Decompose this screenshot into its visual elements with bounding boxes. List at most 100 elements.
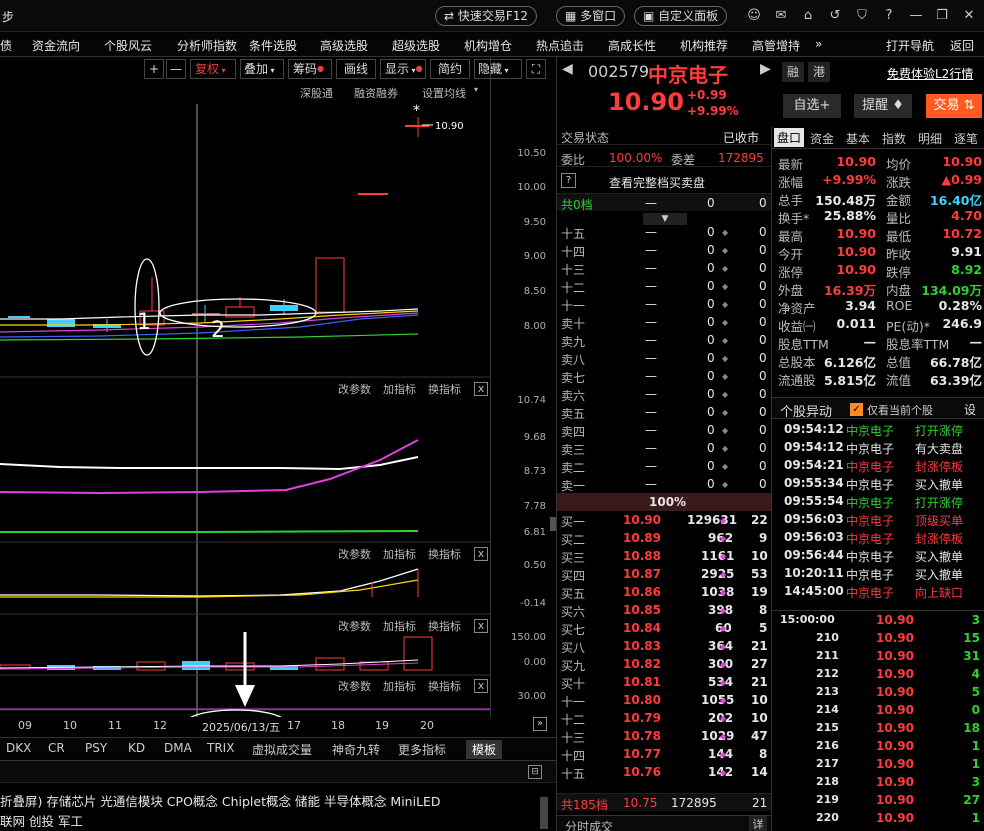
ask-level-label: 十四	[561, 245, 586, 259]
alert-button[interactable]: 提醒 ♦	[854, 94, 912, 118]
add-indicator-button[interactable]: 加指标	[383, 618, 416, 634]
maximize-icon[interactable]: ❐	[934, 8, 950, 24]
quote-row: 涨幅 +9.99% 涨跌 ▲0.99	[778, 171, 984, 190]
mail-icon[interactable]: ✉	[773, 8, 789, 24]
close-indicator-icon[interactable]: x	[474, 547, 488, 561]
mover-time: 14:45:00	[784, 584, 844, 598]
price-axis-label: 9.00	[523, 251, 546, 262]
tick-price: 10.90	[876, 631, 914, 645]
tab-virtual-volume[interactable]: 虚拟成交量	[252, 741, 312, 758]
swap-indicator-button[interactable]: 换指标	[428, 546, 461, 562]
ask-price: —	[645, 369, 657, 383]
tab-fund[interactable]: 资金	[810, 130, 834, 147]
quote-tabs: 盘口 资金 基本 指数 明细 逐笔	[772, 127, 984, 149]
custom-panel-button[interactable]: ▣ 自定义面板	[634, 6, 728, 26]
order-dot-icon: ◆	[722, 318, 729, 327]
price-axis-label: 9.50	[523, 217, 546, 228]
add-watchlist-button[interactable]: 自选+	[783, 94, 841, 118]
annotation-arrow-head	[235, 685, 255, 707]
quote-value: 10.90	[836, 226, 876, 241]
tab-kd[interactable]: KD	[128, 741, 145, 755]
tab-detail[interactable]: 明细	[918, 130, 942, 147]
tab-psy[interactable]: PSY	[85, 741, 107, 755]
multi-window-button[interactable]: ▦ 多窗口	[556, 6, 626, 26]
menu-item-institution-pick[interactable]: 机构推荐	[680, 37, 728, 54]
edit-params-button[interactable]: 改参数	[338, 678, 371, 694]
menu-item-back[interactable]: 返回	[950, 37, 974, 54]
swap-indicator-button[interactable]: 换指标	[428, 618, 461, 634]
tick-row: 218 10.90 3	[778, 774, 984, 792]
menu-item-stock-news[interactable]: 个股风云	[104, 37, 152, 54]
tick-price: 10.90	[876, 811, 914, 825]
ask-level-label: 卖七	[561, 371, 586, 385]
tab-dma[interactable]: DMA	[164, 741, 192, 755]
close-icon[interactable]: ✕	[961, 8, 977, 24]
tab-tick-by-tick[interactable]: 逐笔	[954, 130, 978, 147]
trade-button[interactable]: 交易 ⇅	[926, 94, 982, 118]
mover-row: 09:54:12 中京电子 有大卖盘	[778, 439, 984, 457]
collapse-icon[interactable]: ⊟	[528, 765, 542, 779]
bid-order-count: 53	[751, 567, 768, 581]
fullscreen-icon[interactable]: ⛶	[526, 59, 546, 79]
only-current-checkbox[interactable]: ✓	[850, 403, 863, 416]
menu-item-condition-picker[interactable]: 条件选股	[249, 37, 297, 54]
tab-magic-nine[interactable]: 神奇九转	[332, 741, 380, 758]
tab-order-panel[interactable]: 盘口	[774, 128, 805, 147]
edit-params-button[interactable]: 改参数	[338, 546, 371, 562]
tick-time: 216	[816, 739, 839, 752]
add-indicator-button[interactable]: 加指标	[383, 546, 416, 562]
help-icon[interactable]: ?	[561, 173, 576, 188]
bid-row: 十五 10.76 142 ◆ 14	[557, 763, 771, 781]
quick-trade-button[interactable]: ⇄ 快速交易F12	[435, 6, 538, 26]
menu-item-fund-flow[interactable]: 资金流向	[32, 37, 80, 54]
menu-item-partial[interactable]: 债	[0, 37, 12, 54]
tick-detail-button[interactable]: 详	[749, 816, 767, 831]
ask-volume: 0	[707, 297, 715, 311]
order-dot-icon: ◆	[720, 642, 727, 651]
add-indicator-button[interactable]: 加指标	[383, 678, 416, 694]
minimize-icon[interactable]: —	[908, 8, 924, 24]
view-full-book-row[interactable]: ? 查看完整档买卖盘	[557, 172, 771, 190]
tab-more-indicators[interactable]: 更多指标	[398, 741, 446, 758]
menu-item-high-growth[interactable]: 高成长性	[608, 37, 656, 54]
tab-basic[interactable]: 基本	[846, 130, 870, 147]
swap-indicator-button[interactable]: 换指标	[428, 678, 461, 694]
menu-item-institution-add[interactable]: 机构增仓	[464, 37, 512, 54]
close-indicator-icon[interactable]: x	[474, 382, 488, 396]
view-full-book-link[interactable]: 查看完整档买卖盘	[609, 174, 705, 191]
ask-row: 卖四 — 0 ◆ 0	[557, 421, 771, 439]
menu-item-hotspot[interactable]: 热点追击	[536, 37, 584, 54]
scroll-right-icon[interactable]: »	[533, 717, 547, 731]
shirt-icon[interactable]: ⛉	[854, 8, 870, 24]
help-icon[interactable]: ?	[881, 8, 897, 24]
menu-item-exec-buy[interactable]: 高管增持	[752, 37, 800, 54]
edit-params-button[interactable]: 改参数	[338, 618, 371, 634]
movers-settings-button[interactable]: 设	[964, 401, 976, 418]
tab-dkx[interactable]: DKX	[6, 741, 31, 755]
menu-more-icon[interactable]: »	[815, 37, 822, 51]
menu-item-analyst-index[interactable]: 分析师指数	[177, 37, 237, 54]
scrollbar-thumb[interactable]	[540, 797, 548, 829]
tab-index[interactable]: 指数	[882, 130, 906, 147]
add-indicator-button[interactable]: 加指标	[383, 381, 416, 397]
ask-price: —	[645, 423, 657, 437]
close-indicator-icon[interactable]: x	[474, 619, 488, 633]
menu-item-advanced-picker[interactable]: 高级选股	[320, 37, 368, 54]
tab-template[interactable]: 模板	[466, 740, 503, 759]
user-icon[interactable]: ☺	[746, 8, 762, 24]
menu-item-super-picker[interactable]: 超级选股	[392, 37, 440, 54]
home-icon[interactable]: ⌂	[800, 8, 816, 24]
tab-cr[interactable]: CR	[48, 741, 65, 755]
splitter-handle[interactable]	[550, 517, 556, 531]
menu-item-open-nav[interactable]: 打开导航	[886, 37, 934, 54]
trade-status-row: 交易状态 已收市	[557, 127, 771, 145]
close-indicator-icon[interactable]: x	[474, 679, 488, 693]
swap-indicator-button[interactable]: 换指标	[428, 381, 461, 397]
edit-params-button[interactable]: 改参数	[338, 381, 371, 397]
next-stock-icon[interactable]: ▶	[760, 61, 771, 77]
undo-icon[interactable]: ↺	[827, 8, 843, 24]
tab-trix[interactable]: TRIX	[207, 741, 234, 755]
tick-row: 214 10.90 0	[778, 702, 984, 720]
l2-trial-link[interactable]: 免费体验L2行情	[887, 65, 973, 82]
prev-stock-icon[interactable]: ◀	[562, 61, 573, 77]
